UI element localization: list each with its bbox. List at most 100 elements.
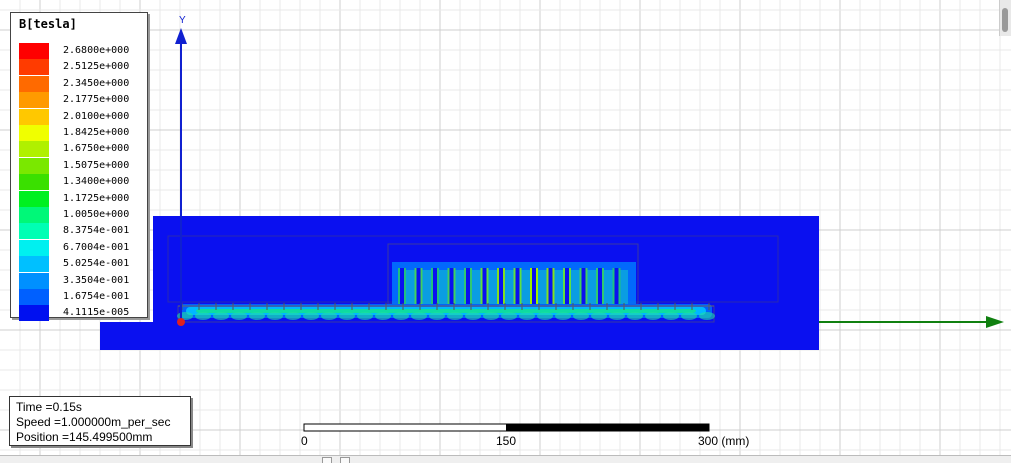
tooth-slot [598,268,602,304]
flux-ripple [663,312,679,320]
legend-value-label: 1.8425e+000 [63,127,130,138]
flux-ripple [537,312,553,320]
field-plot [100,216,819,350]
legend-swatch [19,190,49,207]
flux-ripple [465,312,481,320]
flux-ripple [519,312,535,320]
legend-value-label: 2.0100e+000 [63,110,130,122]
flux-ripple [447,312,463,320]
flux-ripple [483,312,499,320]
flux-ripple [195,312,211,320]
legend-swatch [19,75,49,92]
legend-swatch [19,157,49,174]
flux-ripple [339,312,355,320]
tooth-slot [466,268,470,304]
scroll-right-button[interactable] [340,457,350,463]
flux-ripple [213,312,229,320]
field-viewport[interactable]: Y B[tesla] 2.6800e+000 2.5125e+000 2.3450e… [0,0,1011,463]
x-axis-arrow [986,316,1004,328]
legend-value-label: 1.3400e+000 [63,176,130,188]
field-region-stator-ext [100,322,160,350]
tooth-slot [433,268,437,304]
flux-ripple [357,312,373,320]
scale-bar [303,423,710,432]
tooth-slot [548,268,553,304]
scale-label-300: 300 (mm) [698,434,750,448]
flux-ripple [591,312,607,320]
legend-swatch [19,108,49,125]
legend-value-label: 6.7004e-001 [63,241,130,253]
legend-swatch [19,223,49,240]
legend-value-label: 5.0254e-001 [63,258,130,270]
legend-swatch [19,239,49,256]
legend-value-label: 1.1725e+000 [63,192,130,204]
legend-value-label: 8.3754e-001 [63,225,130,237]
legend-swatch [19,289,49,305]
animation-info-box: Time =0.15s Speed =1.000000m_per_sec Pos… [9,396,191,446]
flux-ripple [627,312,643,320]
tooth-slot [581,268,586,304]
legend-value-label: 1.6750e+000 [63,143,130,155]
vertical-scrollbar[interactable] [999,0,1011,36]
scale-label-150: 150 [496,434,517,448]
flux-ripple [681,312,697,320]
legend-swatch [19,174,49,191]
flux-ripple [573,312,589,320]
flux-ripple [321,312,337,320]
legend-swatch [19,141,49,158]
flux-ripple [393,312,409,320]
speed-readout: Speed =1.000000m_per_sec [16,415,171,429]
horizontal-scrollbar[interactable] [0,455,1011,463]
flux-band [196,309,696,313]
y-axis-label: Y [179,15,186,26]
flux-ripple [429,312,445,320]
scrollbar-thumb[interactable] [1002,8,1008,32]
legend-value-label: 1.5075e+000 [63,159,130,171]
flux-ripple [375,312,391,320]
tooth-slot [515,268,520,304]
flux-ripple [231,312,247,320]
legend-swatch [19,305,49,322]
legend-swatch [19,207,49,223]
tooth-slot [499,268,503,304]
flux-ripple [303,312,319,320]
tooth-slot [482,268,487,304]
flux-ripple [609,312,625,320]
flux-ripple [267,312,283,320]
flux-ripple [555,312,571,320]
legend-swatch [19,125,49,141]
tooth-slot [416,268,421,304]
flux-ripple [411,312,427,320]
position-readout: Position =145.499500mm [16,430,153,444]
tooth-slot [400,268,404,304]
tooth-slot [449,268,454,304]
legend-swatch [19,256,49,273]
tooth-slot [532,268,536,304]
scroll-left-button[interactable] [322,457,332,463]
legend-value-label: 3.3504e-001 [63,274,130,286]
field-legend[interactable]: B[tesla] 2.6800e+000 2.5125e+000 2.3450e+0… [10,12,148,322]
legend-swatch [19,92,49,109]
scale-label-0: 0 [301,434,308,448]
legend-value-label: 2.5125e+000 [63,61,130,73]
legend-value-label: 1.0050e+000 [63,209,130,220]
tooth-slot [614,268,619,304]
legend-value-label: 2.1775e+000 [63,94,130,106]
legend-value-label: 1.6754e-001 [63,291,130,302]
tooth-slot [565,268,569,304]
origin-marker [177,318,185,326]
scale-bar-fill [506,424,709,431]
flux-ripple [699,312,715,320]
flux-ripple [249,312,265,320]
legend-value-label: 2.3450e+000 [63,77,130,89]
flux-ripple [645,312,661,320]
legend-title: B[tesla] [19,17,77,31]
legend-swatch [19,59,49,76]
flux-ripple [285,312,301,320]
flux-ripple [501,312,517,320]
legend-swatch [19,272,49,289]
legend-value-label: 4.1115e-005 [63,307,130,319]
legend-value-label: 2.6800e+000 [63,45,130,56]
plot-canvas[interactable]: Y [0,0,1011,463]
time-readout: Time =0.15s [16,400,82,414]
